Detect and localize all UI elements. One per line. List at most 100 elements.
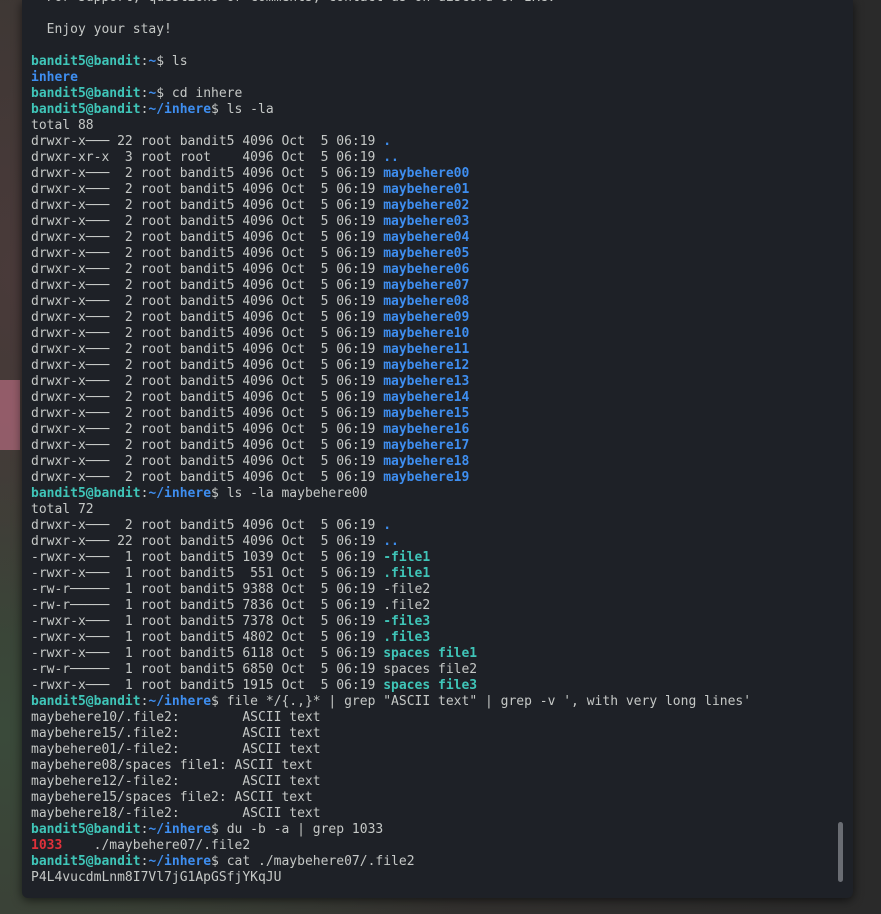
file-name: .file2 bbox=[383, 598, 431, 613]
file-name: .file1 bbox=[383, 566, 431, 581]
output-text: Enjoy your stay! bbox=[31, 22, 172, 37]
file-metadata: drwxr-x─── 2 root bandit5 4096 Oct 5 06:… bbox=[31, 470, 384, 485]
file-metadata: drwxr-x─── 2 root bandit5 4096 Oct 5 06:… bbox=[31, 310, 384, 325]
prompt-symbol: $ bbox=[211, 486, 227, 501]
file-name: maybehere02 bbox=[383, 198, 470, 213]
prompt-symbol: $ bbox=[211, 822, 227, 837]
file-metadata: drwxr-xr-x 3 root root 4096 Oct 5 06:19 bbox=[31, 150, 384, 165]
file-metadata: -rw-r───── 1 root bandit5 9388 Oct 5 06:… bbox=[31, 582, 384, 597]
terminal-line: total 72 bbox=[31, 502, 833, 518]
terminal-line: drwxr-x─── 2 root bandit5 4096 Oct 5 06:… bbox=[31, 438, 833, 454]
file-name: -file3 bbox=[383, 614, 431, 629]
terminal-line: maybehere18/-file2: ASCII text bbox=[31, 806, 833, 822]
scrollbar-thumb[interactable] bbox=[838, 822, 843, 882]
terminal-line: inhere bbox=[31, 70, 833, 86]
file-metadata: drwxr-x─── 2 root bandit5 4096 Oct 5 06:… bbox=[31, 230, 384, 245]
output-text: maybehere10/.file2: ASCII text bbox=[31, 710, 321, 725]
terminal-line: drwxr-x─── 2 root bandit5 4096 Oct 5 06:… bbox=[31, 342, 833, 358]
terminal-line: maybehere08/spaces file1: ASCII text bbox=[31, 758, 833, 774]
file-metadata: drwxr-x─── 2 root bandit5 4096 Oct 5 06:… bbox=[31, 358, 384, 373]
prompt-symbol: $ bbox=[211, 102, 227, 117]
terminal-line: drwxr-x─── 2 root bandit5 4096 Oct 5 06:… bbox=[31, 278, 833, 294]
terminal-line: drwxr-x─── 2 root bandit5 4096 Oct 5 06:… bbox=[31, 358, 833, 374]
terminal-line: -rwxr-x─── 1 root bandit5 7378 Oct 5 06:… bbox=[31, 614, 833, 630]
scrollbar-track[interactable] bbox=[837, 0, 843, 898]
terminal-line: drwxr-x─── 2 root bandit5 4096 Oct 5 06:… bbox=[31, 470, 833, 486]
terminal-line: drwxr-x─── 2 root bandit5 4096 Oct 5 06:… bbox=[31, 454, 833, 470]
file-metadata: drwxr-x─── 2 root bandit5 4096 Oct 5 06:… bbox=[31, 198, 384, 213]
file-metadata: drwxr-x─── 2 root bandit5 4096 Oct 5 06:… bbox=[31, 342, 384, 357]
terminal-line: bandit5@bandit:~/inhere$ cat ./maybehere… bbox=[31, 854, 833, 870]
file-metadata: drwxr-x─── 2 root bandit5 4096 Oct 5 06:… bbox=[31, 454, 384, 469]
file-name: maybehere16 bbox=[383, 422, 470, 437]
command-text: ls -la bbox=[226, 102, 274, 117]
file-metadata: -rwxr-x─── 1 root bandit5 1915 Oct 5 06:… bbox=[31, 678, 384, 693]
file-name: maybehere12 bbox=[383, 358, 470, 373]
file-metadata: drwxr-x─── 2 root bandit5 4096 Oct 5 06:… bbox=[31, 326, 384, 341]
file-metadata: -rwxr-x─── 1 root bandit5 6118 Oct 5 06:… bbox=[31, 646, 384, 661]
directory-name: inhere bbox=[31, 70, 78, 85]
file-name: maybehere15 bbox=[383, 406, 470, 421]
terminal-line: drwxr-x─── 2 root bandit5 4096 Oct 5 06:… bbox=[31, 310, 833, 326]
prompt-path: ~/inhere bbox=[148, 822, 212, 837]
prompt-symbol: $ bbox=[211, 854, 227, 869]
prompt-symbol: $ bbox=[156, 54, 172, 69]
command-text: file */{.,}* | grep "ASCII text" | grep … bbox=[226, 694, 752, 709]
terminal-line: drwxr-x─── 2 root bandit5 4096 Oct 5 06:… bbox=[31, 390, 833, 406]
file-name: spaces file3 bbox=[383, 678, 478, 693]
terminal-line: bandit5@bandit:~/inhere$ ls -la bbox=[31, 102, 833, 118]
file-metadata: drwxr-x─── 22 root bandit5 4096 Oct 5 06… bbox=[31, 134, 384, 149]
terminal-line: drwxr-x─── 2 root bandit5 4096 Oct 5 06:… bbox=[31, 246, 833, 262]
file-metadata: drwxr-x─── 2 root bandit5 4096 Oct 5 06:… bbox=[31, 214, 384, 229]
terminal-line: -rwxr-x─── 1 root bandit5 6118 Oct 5 06:… bbox=[31, 646, 833, 662]
terminal-line: maybehere01/-file2: ASCII text bbox=[31, 742, 833, 758]
prompt-symbol: $ bbox=[211, 694, 227, 709]
file-metadata: -rwxr-x─── 1 root bandit5 1039 Oct 5 06:… bbox=[31, 550, 384, 565]
file-name: . bbox=[383, 134, 392, 149]
file-metadata: -rwxr-x─── 1 root bandit5 551 Oct 5 06:1… bbox=[31, 566, 384, 581]
file-metadata: drwxr-x─── 2 root bandit5 4096 Oct 5 06:… bbox=[31, 278, 384, 293]
terminal-output[interactable]: For support, questions or comments, cont… bbox=[31, 0, 833, 886]
file-metadata: -rwxr-x─── 1 root bandit5 4802 Oct 5 06:… bbox=[31, 630, 384, 645]
terminal-line: Enjoy your stay! bbox=[31, 22, 833, 38]
terminal-line: -rwxr-x─── 1 root bandit5 551 Oct 5 06:1… bbox=[31, 566, 833, 582]
file-name: maybehere18 bbox=[383, 454, 470, 469]
terminal-line: 1033 ./maybehere07/.file2 bbox=[31, 838, 833, 854]
prompt-user: bandit5@bandit bbox=[31, 822, 141, 837]
prompt-path: ~/inhere bbox=[148, 854, 212, 869]
prompt-user: bandit5@bandit bbox=[31, 486, 141, 501]
command-text: du -b -a | grep 1033 bbox=[226, 822, 384, 837]
prompt-user: bandit5@bandit bbox=[31, 854, 141, 869]
output-text: maybehere12/-file2: ASCII text bbox=[31, 774, 321, 789]
prompt-user: bandit5@bandit bbox=[31, 102, 141, 117]
grep-match: 1033 bbox=[31, 838, 63, 853]
terminal-line: bandit5@bandit:~/inhere$ du -b -a | grep… bbox=[31, 822, 833, 838]
terminal-line: drwxr-x─── 2 root bandit5 4096 Oct 5 06:… bbox=[31, 262, 833, 278]
prompt-user: bandit5@bandit bbox=[31, 86, 141, 101]
terminal-window[interactable]: For support, questions or comments, cont… bbox=[22, 0, 853, 898]
file-name: maybehere09 bbox=[383, 310, 470, 325]
file-name: maybehere13 bbox=[383, 374, 470, 389]
file-name: .. bbox=[383, 534, 399, 549]
file-metadata: drwxr-x─── 2 root bandit5 4096 Oct 5 06:… bbox=[31, 422, 384, 437]
file-metadata: drwxr-x─── 2 root bandit5 4096 Oct 5 06:… bbox=[31, 438, 384, 453]
file-metadata: -rw-r───── 1 root bandit5 7836 Oct 5 06:… bbox=[31, 598, 384, 613]
file-name: -file1 bbox=[383, 550, 431, 565]
file-name: maybehere10 bbox=[383, 326, 470, 341]
file-name: maybehere03 bbox=[383, 214, 470, 229]
file-metadata: drwxr-x─── 2 root bandit5 4096 Oct 5 06:… bbox=[31, 374, 384, 389]
wallpaper-accent bbox=[0, 380, 20, 450]
command-text: ls -la maybehere00 bbox=[226, 486, 368, 501]
file-metadata: drwxr-x─── 2 root bandit5 4096 Oct 5 06:… bbox=[31, 406, 384, 421]
output-text: maybehere08/spaces file1: ASCII text bbox=[31, 758, 313, 773]
file-name: maybehere00 bbox=[383, 166, 470, 181]
terminal-line: maybehere15/spaces file2: ASCII text bbox=[31, 790, 833, 806]
command-text: ls bbox=[171, 54, 188, 69]
terminal-line: drwxr-x─── 2 root bandit5 4096 Oct 5 06:… bbox=[31, 214, 833, 230]
terminal-line: drwxr-x─── 2 root bandit5 4096 Oct 5 06:… bbox=[31, 406, 833, 422]
terminal-line: drwxr-x─── 2 root bandit5 4096 Oct 5 06:… bbox=[31, 326, 833, 342]
file-metadata: drwxr-x─── 2 root bandit5 4096 Oct 5 06:… bbox=[31, 246, 384, 261]
terminal-line: drwxr-x─── 2 root bandit5 4096 Oct 5 06:… bbox=[31, 182, 833, 198]
file-name: maybehere17 bbox=[383, 438, 470, 453]
